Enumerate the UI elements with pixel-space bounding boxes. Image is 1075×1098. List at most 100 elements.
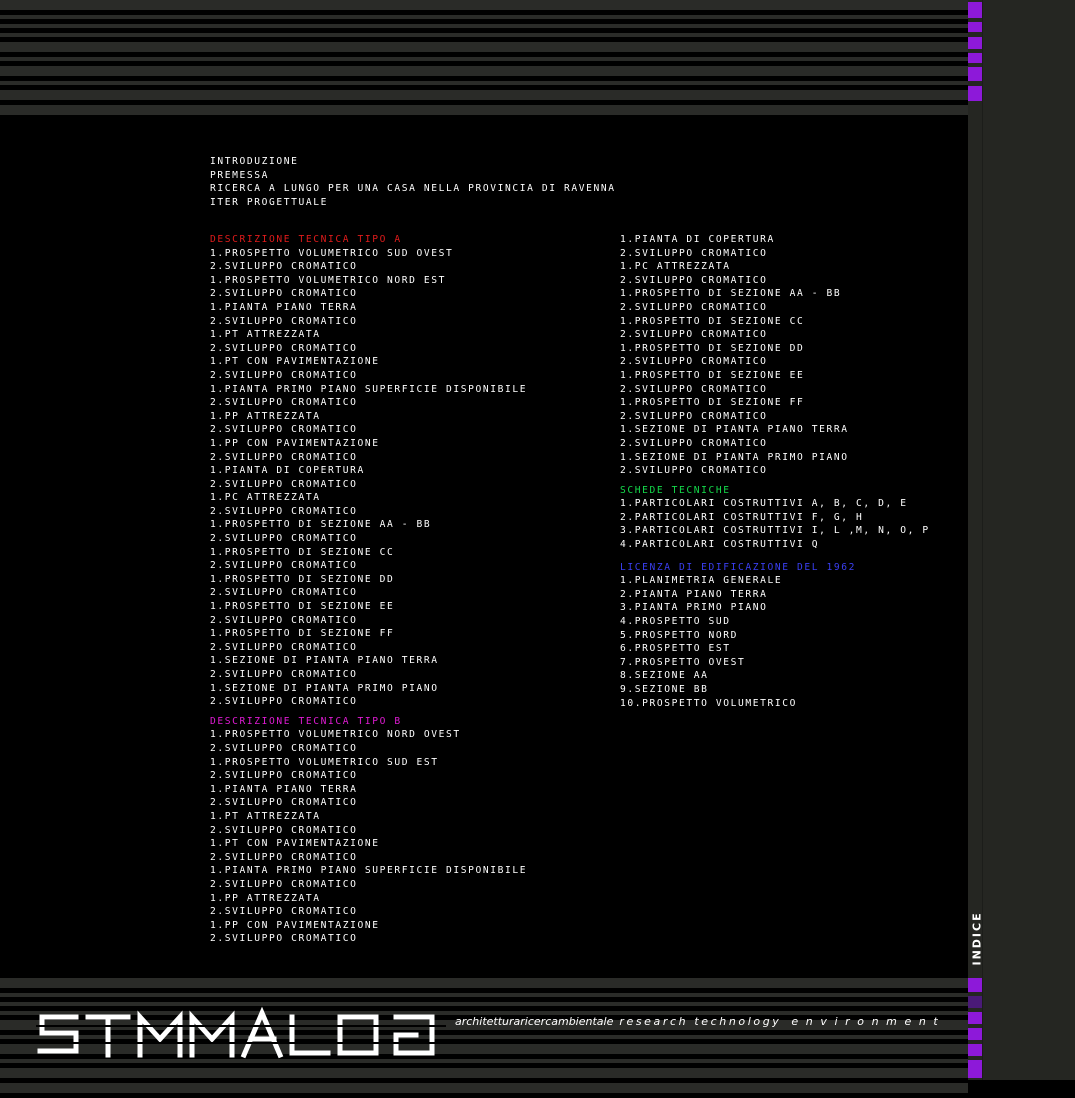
index-item[interactable]: 2.SVILUPPO CROMATICO xyxy=(210,478,527,492)
index-item[interactable]: 1.PROSPETTO DI SEZIONE FF xyxy=(210,627,527,641)
index-item[interactable]: 1.PROSPETTO VOLUMETRICO NORD EST xyxy=(210,274,527,288)
section-a-title[interactable]: DESCRIZIONE TECNICA TIPO A xyxy=(210,233,527,247)
index-item[interactable]: 2.SVILUPPO CROMATICO xyxy=(210,505,527,519)
index-item[interactable]: 2.SVILUPPO CROMATICO xyxy=(210,769,527,783)
index-item[interactable]: 1.PIANTA PRIMO PIANO SUPERFICIE DISPONIB… xyxy=(210,864,527,878)
intro-item[interactable]: INTRODUZIONE xyxy=(210,155,616,169)
index-item[interactable]: 2.SVILUPPO CROMATICO xyxy=(210,824,527,838)
index-item[interactable]: 2.SVILUPPO CROMATICO xyxy=(210,668,527,682)
top-stripe-band xyxy=(0,0,968,120)
index-item[interactable]: 1.PROSPETTO VOLUMETRICO SUD EST xyxy=(210,756,527,770)
index-item[interactable]: 1.PROSPETTO DI SEZIONE AA - BB xyxy=(210,518,527,532)
index-item[interactable]: 1.SEZIONE DI PIANTA PRIMO PIANO xyxy=(620,451,930,465)
intro-item[interactable]: ITER PROGETTUALE xyxy=(210,196,616,210)
index-item[interactable]: 8.SEZIONE AA xyxy=(620,669,930,683)
section-b-list: 1.PROSPETTO VOLUMETRICO NORD OVEST 2.SVIL… xyxy=(210,728,527,946)
section-b-title[interactable]: DESCRIZIONE TECNICA TIPO B xyxy=(210,715,527,729)
index-item[interactable]: 2.SVILUPPO CROMATICO xyxy=(210,851,527,865)
index-item[interactable]: 1.PIANTA DI COPERTURA xyxy=(210,464,527,478)
index-item[interactable]: 1.PROSPETTO DI SEZIONE CC xyxy=(210,546,527,560)
index-item[interactable]: 1.PIANTA PIANO TERRA xyxy=(210,783,527,797)
index-item[interactable]: 2.SVILUPPO CROMATICO xyxy=(620,355,930,369)
purple-bar xyxy=(968,1012,982,1024)
purple-bar xyxy=(968,1028,982,1040)
index-item[interactable]: 2.SVILUPPO CROMATICO xyxy=(210,559,527,573)
index-item[interactable]: 1.PP CON PAVIMENTAZIONE xyxy=(210,437,527,451)
index-item[interactable]: 1.SEZIONE DI PIANTA PRIMO PIANO xyxy=(210,682,527,696)
index-item[interactable]: 2.SVILUPPO CROMATICO xyxy=(210,287,527,301)
index-item[interactable]: 2.SVILUPPO CROMATICO xyxy=(620,464,930,478)
index-item[interactable]: 2.SVILUPPO CROMATICO xyxy=(210,742,527,756)
index-item[interactable]: 1.PP ATTREZZATA xyxy=(210,892,527,906)
index-item[interactable]: 1.PIANTA PIANO TERRA xyxy=(210,301,527,315)
index-item[interactable]: 1.SEZIONE DI PIANTA PIANO TERRA xyxy=(210,654,527,668)
index-item[interactable]: 1.PIANTA DI COPERTURA xyxy=(620,233,930,247)
index-item[interactable]: 1.PROSPETTO DI SEZIONE EE xyxy=(210,600,527,614)
index-item[interactable]: 1.PT ATTREZZATA xyxy=(210,810,527,824)
licenza-title[interactable]: LICENZA DI EDIFICAZIONE DEL 1962 xyxy=(620,561,930,575)
index-item[interactable]: 1.PT ATTREZZATA xyxy=(210,328,527,342)
index-item[interactable]: 2.SVILUPPO CROMATICO xyxy=(210,796,527,810)
index-item[interactable]: 3.PIANTA PRIMO PIANO xyxy=(620,601,930,615)
index-item[interactable]: 2.SVILUPPO CROMATICO xyxy=(210,932,527,946)
index-item[interactable]: 9.SEZIONE BB xyxy=(620,683,930,697)
index-item[interactable]: 1.PARTICOLARI COSTRUTTIVI A, B, C, D, E xyxy=(620,497,930,511)
index-item[interactable]: 1.PIANTA PRIMO PIANO SUPERFICIE DISPONIB… xyxy=(210,383,527,397)
tagline: architetturaricercambientale research tec… xyxy=(455,1015,945,1028)
index-item[interactable]: 2.SVILUPPO CROMATICO xyxy=(620,437,930,451)
index-item[interactable]: 1.PP CON PAVIMENTAZIONE xyxy=(210,919,527,933)
index-item[interactable]: 1.SEZIONE DI PIANTA PIANO TERRA xyxy=(620,423,930,437)
index-item[interactable]: 7.PROSPETTO OVEST xyxy=(620,656,930,670)
index-item[interactable]: 1.PROSPETTO VOLUMETRICO NORD OVEST xyxy=(210,728,527,742)
index-item[interactable]: 2.SVILUPPO CROMATICO xyxy=(210,451,527,465)
index-item[interactable]: 1.PROSPETTO DI SEZIONE FF xyxy=(620,396,930,410)
intro-item[interactable]: RICERCA A LUNGO PER UNA CASA NELLA PROVI… xyxy=(210,182,616,196)
index-item[interactable]: 1.PC ATTREZZATA xyxy=(620,260,930,274)
index-item[interactable]: 2.SVILUPPO CROMATICO xyxy=(210,260,527,274)
index-item[interactable]: 2.SVILUPPO CROMATICO xyxy=(620,247,930,261)
index-item[interactable]: 3.PARTICOLARI COSTRUTTIVI I, L ,M, N, O,… xyxy=(620,524,930,538)
index-item[interactable]: 1.PROSPETTO DI SEZIONE EE xyxy=(620,369,930,383)
index-item[interactable]: 4.PARTICOLARI COSTRUTTIVI Q xyxy=(620,538,930,552)
index-item[interactable]: 2.SVILUPPO CROMATICO xyxy=(620,274,930,288)
index-item[interactable]: 2.SVILUPPO CROMATICO xyxy=(620,328,930,342)
index-item[interactable]: 2.SVILUPPO CROMATICO xyxy=(210,878,527,892)
index-item[interactable]: 2.PARTICOLARI COSTRUTTIVI F, G, H xyxy=(620,511,930,525)
index-item[interactable]: 1.PT CON PAVIMENTAZIONE xyxy=(210,837,527,851)
index-item[interactable]: 2.SVILUPPO CROMATICO xyxy=(210,342,527,356)
index-item[interactable]: 1.PROSPETTO DI SEZIONE DD xyxy=(210,573,527,587)
index-item[interactable]: 2.SVILUPPO CROMATICO xyxy=(210,695,527,709)
schede-title[interactable]: SCHEDE TECNICHE xyxy=(620,484,930,498)
index-item[interactable]: 2.SVILUPPO CROMATICO xyxy=(210,423,527,437)
index-item[interactable]: 1.PT CON PAVIMENTAZIONE xyxy=(210,355,527,369)
index-column-right: 1.PIANTA DI COPERTURA 2.SVILUPPO CROMATIC… xyxy=(620,233,930,710)
index-item[interactable]: 2.SVILUPPO CROMATICO xyxy=(210,532,527,546)
index-item[interactable]: 2.SVILUPPO CROMATICO xyxy=(210,641,527,655)
index-item[interactable]: 2.SVILUPPO CROMATICO xyxy=(210,369,527,383)
index-item[interactable]: 10.PROSPETTO VOLUMETRICO xyxy=(620,697,930,711)
index-item[interactable]: 1.PP ATTREZZATA xyxy=(210,410,527,424)
index-item[interactable]: 4.PROSPETTO SUD xyxy=(620,615,930,629)
index-item[interactable]: 1.PC ATTREZZATA xyxy=(210,491,527,505)
right-side-panel xyxy=(968,0,1075,1080)
index-item[interactable]: 1.PROSPETTO VOLUMETRICO SUD OVEST xyxy=(210,247,527,261)
index-item[interactable]: 2.SVILUPPO CROMATICO xyxy=(210,905,527,919)
index-item[interactable]: 1.PROSPETTO DI SEZIONE CC xyxy=(620,315,930,329)
index-item[interactable]: 2.SVILUPPO CROMATICO xyxy=(210,396,527,410)
index-item[interactable]: 2.SVILUPPO CROMATICO xyxy=(620,383,930,397)
index-item[interactable]: 2.SVILUPPO CROMATICO xyxy=(210,586,527,600)
brand-logo xyxy=(36,1006,446,1059)
purple-bar xyxy=(968,2,982,18)
index-item[interactable]: 2.PIANTA PIANO TERRA xyxy=(620,588,930,602)
index-item[interactable]: 6.PROSPETTO EST xyxy=(620,642,930,656)
index-item[interactable]: 1.PROSPETTO DI SEZIONE DD xyxy=(620,342,930,356)
index-item[interactable]: 1.PROSPETTO DI SEZIONE AA - BB xyxy=(620,287,930,301)
index-item[interactable]: 1.PLANIMETRIA GENERALE xyxy=(620,574,930,588)
index-item[interactable]: 2.SVILUPPO CROMATICO xyxy=(620,301,930,315)
intro-item[interactable]: PREMESSA xyxy=(210,169,616,183)
index-item[interactable]: 2.SVILUPPO CROMATICO xyxy=(210,315,527,329)
index-item[interactable]: 5.PROSPETTO NORD xyxy=(620,629,930,643)
tagline-part: architetturaricercambientale xyxy=(455,1015,614,1028)
index-item[interactable]: 2.SVILUPPO CROMATICO xyxy=(210,614,527,628)
index-item[interactable]: 2.SVILUPPO CROMATICO xyxy=(620,410,930,424)
